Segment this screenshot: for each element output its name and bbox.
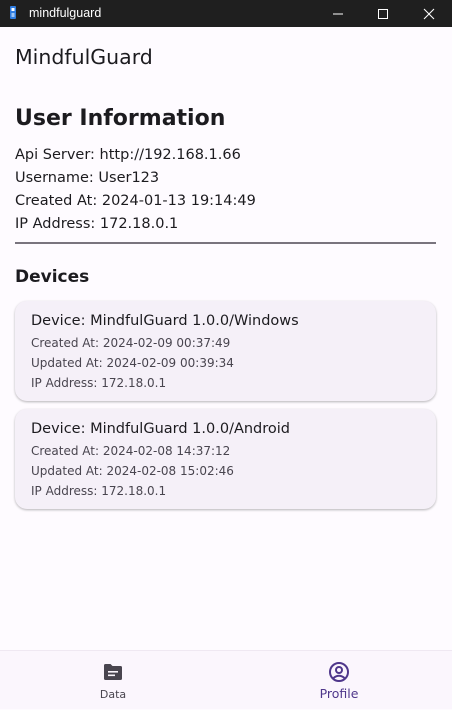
- maximize-icon: [378, 8, 388, 19]
- nav-item-data[interactable]: Data: [0, 651, 226, 710]
- account-circle-icon: [329, 662, 349, 682]
- minimize-icon: [333, 13, 343, 14]
- nav-label-profile: Profile: [319, 686, 359, 701]
- close-button[interactable]: [406, 0, 452, 27]
- app-icon: [10, 6, 16, 19]
- username-text: Username: User123: [15, 170, 160, 186]
- device-created-at: Created At: 2024-02-08 14:37:12: [31, 444, 231, 458]
- bottom-navigation: Data Profile: [0, 650, 452, 709]
- device-ip-address: IP Address: 172.18.0.1: [31, 376, 167, 390]
- minimize-button[interactable]: [315, 0, 361, 27]
- user-information-heading: User Information: [15, 106, 226, 131]
- device-card[interactable]: Device: MindfulGuard 1.0.0/Android Creat…: [15, 409, 436, 509]
- maximize-button[interactable]: [360, 0, 406, 27]
- window-title: mindfulguard: [29, 6, 102, 20]
- devices-heading: Devices: [15, 267, 90, 287]
- device-title: Device: MindfulGuard 1.0.0/Windows: [31, 313, 299, 329]
- close-icon: [423, 8, 435, 19]
- folder-icon: [104, 664, 122, 680]
- device-updated-at: Updated At: 2024-02-08 15:02:46: [31, 464, 234, 478]
- device-title: Device: MindfulGuard 1.0.0/Android: [31, 421, 291, 437]
- device-updated-at: Updated At: 2024-02-09 00:39:34: [31, 356, 234, 370]
- device-ip-address: IP Address: 172.18.0.1: [31, 484, 167, 498]
- nav-item-profile[interactable]: Profile: [226, 651, 452, 710]
- window-titlebar: mindfulguard: [0, 0, 452, 27]
- app-title: MindfulGuard: [15, 45, 153, 69]
- api-server-text: Api Server: http://192.168.1.66: [15, 147, 241, 163]
- device-created-at: Created At: 2024-02-09 00:37:49: [31, 336, 231, 350]
- nav-label-data: Data: [99, 688, 127, 701]
- ip-address-text: IP Address: 172.18.0.1: [15, 216, 179, 232]
- device-card[interactable]: Device: MindfulGuard 1.0.0/Windows Creat…: [15, 301, 436, 401]
- divider: [15, 242, 436, 244]
- created-at-text: Created At: 2024-01-13 19:14:49: [15, 193, 256, 209]
